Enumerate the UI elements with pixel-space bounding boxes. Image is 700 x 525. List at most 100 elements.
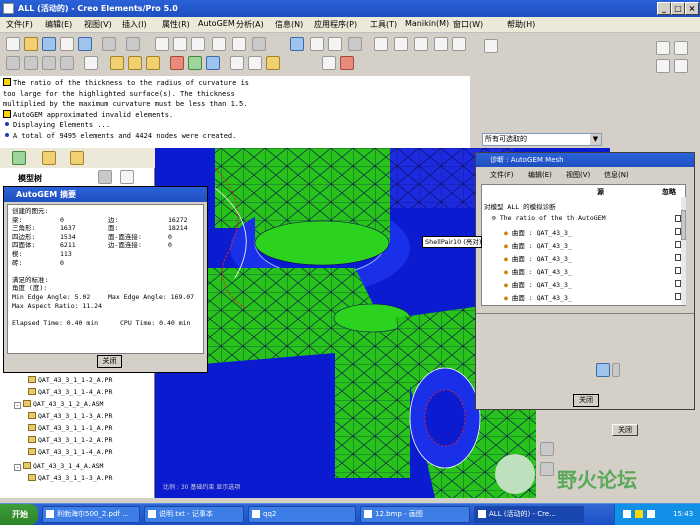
task-qq[interactable]: qq2: [248, 506, 356, 523]
menu-edit[interactable]: 编辑(E): [45, 19, 72, 30]
toolbar-c-icon[interactable]: [674, 41, 688, 55]
menu-tools[interactable]: 工具(T): [370, 19, 397, 30]
list-item[interactable]: - QAT_43_3_1_2_A.ASM: [14, 400, 103, 409]
table-row[interactable]: ● 曲面 : QAT_43_3_: [504, 240, 572, 250]
mesh-icon[interactable]: [266, 56, 280, 70]
table-row[interactable]: ● 曲面 : QAT_43_3_: [504, 227, 572, 237]
close-button-secondary[interactable]: 关闭: [612, 424, 638, 436]
open-folder-icon[interactable]: [24, 37, 38, 51]
reorient-icon[interactable]: [434, 37, 448, 51]
tree-settings-icon[interactable]: [98, 170, 112, 184]
task-creo[interactable]: ALL (活动的) - Cre...: [474, 506, 584, 523]
list-item[interactable]: QAT_43_3_1_1-4_A.PR: [28, 388, 112, 396]
diag-dropdown-icon[interactable]: [612, 363, 620, 377]
menu-manikin[interactable]: Manikin(M): [405, 19, 449, 28]
menu-applications[interactable]: 应用程序(P): [314, 19, 357, 30]
datum-plane-icon[interactable]: [110, 56, 124, 70]
toolbar-a-icon[interactable]: [484, 39, 498, 53]
repaint-icon[interactable]: [290, 37, 304, 51]
task-pdf[interactable]: 利勃海尔500_2.pdf ...: [42, 506, 140, 523]
beam-icon[interactable]: [248, 56, 262, 70]
diag-root[interactable]: 对模型 ALL 的模拟诊断: [484, 201, 556, 211]
tray-a-icon[interactable]: [623, 510, 631, 518]
tab-model-tree[interactable]: [12, 151, 26, 165]
start-button[interactable]: 开始: [0, 504, 38, 525]
diag-menu-info[interactable]: 信息(N): [604, 170, 629, 180]
print-icon[interactable]: [60, 37, 74, 51]
refit-icon[interactable]: [414, 37, 428, 51]
diagnostics-close-button[interactable]: 关闭: [573, 394, 599, 407]
menu-help[interactable]: 帮助(H): [507, 19, 535, 30]
expand-icon[interactable]: -: [14, 464, 21, 471]
shading-icon[interactable]: [60, 56, 74, 70]
table-row[interactable]: ● 曲面 : QAT_43_3_: [504, 292, 572, 302]
table-row[interactable]: ● 曲面 : QAT_43_3_: [504, 266, 572, 276]
undo-icon[interactable]: [102, 37, 116, 51]
expand-icon[interactable]: -: [14, 402, 21, 409]
new-file-icon[interactable]: [6, 37, 20, 51]
menu-insert[interactable]: 插入(I): [122, 19, 147, 30]
toolbar-e-icon[interactable]: [674, 59, 688, 73]
diag-menu-file[interactable]: 文件(F): [490, 170, 514, 180]
list-item[interactable]: QAT_43_3_1_1-3_A.PR: [28, 474, 112, 482]
tab-folder[interactable]: [42, 151, 56, 165]
redo-icon[interactable]: [126, 37, 140, 51]
menu-view[interactable]: 视图(V): [84, 19, 112, 30]
list-item[interactable]: QAT_43_3_1_1-4_A.PR: [28, 448, 112, 456]
no-hidden-icon[interactable]: [42, 56, 56, 70]
email-icon[interactable]: [78, 37, 92, 51]
list-item[interactable]: QAT_43_3_1_1-2_A.PR: [28, 436, 112, 444]
list-item[interactable]: QAT_43_3_1_1-2_A.PR: [28, 376, 112, 384]
minimize-button[interactable]: _: [657, 2, 671, 15]
datum-axis-icon[interactable]: [128, 56, 142, 70]
analysis-run-icon[interactable]: [340, 56, 354, 70]
zoom-in-icon[interactable]: [374, 37, 388, 51]
save-icon[interactable]: [42, 37, 56, 51]
load-icon[interactable]: [170, 56, 184, 70]
tab-favorites[interactable]: [70, 151, 84, 165]
summary-close-button[interactable]: 关闭: [97, 355, 122, 368]
find-icon[interactable]: [232, 37, 246, 51]
shell-pair-icon[interactable]: [230, 56, 244, 70]
orient-icon[interactable]: [328, 37, 342, 51]
constraint-icon[interactable]: [188, 56, 202, 70]
filter-select[interactable]: 所有可选取的 ▼: [482, 133, 602, 146]
table-row[interactable]: ● 曲面 : QAT_43_3_: [504, 253, 572, 263]
shade-icon[interactable]: [348, 37, 362, 51]
table-row[interactable]: ● 曲面 : QAT_43_3_: [504, 279, 572, 289]
expand-icon[interactable]: ⊖: [492, 214, 500, 222]
task-paint[interactable]: 12.bmp - 画图: [360, 506, 470, 523]
select-box-icon[interactable]: [252, 37, 266, 51]
tray-c-icon[interactable]: [647, 510, 655, 518]
paste-icon[interactable]: [191, 37, 205, 51]
wireframe-icon[interactable]: [6, 56, 20, 70]
copy-icon[interactable]: [173, 37, 187, 51]
menu-analysis[interactable]: 分析(A): [236, 19, 264, 30]
maximize-button[interactable]: □: [671, 2, 685, 15]
close-window-button[interactable]: ×: [685, 2, 699, 15]
menu-autogem[interactable]: AutoGEM: [198, 19, 235, 28]
diag-find-icon[interactable]: [596, 363, 610, 377]
layers-icon[interactable]: [452, 37, 466, 51]
zoom-out-icon[interactable]: [394, 37, 408, 51]
menu-file[interactable]: 文件(F): [6, 19, 33, 30]
menu-properties[interactable]: 属性(R): [162, 19, 190, 30]
tree-filter-icon[interactable]: [120, 170, 134, 184]
material-icon[interactable]: [206, 56, 220, 70]
menu-info[interactable]: 信息(N): [275, 19, 303, 30]
hidden-line-icon[interactable]: [24, 56, 38, 70]
toolbar-d-icon[interactable]: [656, 59, 670, 73]
datum-point-icon[interactable]: [146, 56, 160, 70]
paste-special-icon[interactable]: [212, 37, 226, 51]
list-item[interactable]: QAT_43_3_1_1-3_A.PR: [28, 412, 112, 420]
list-item[interactable]: - QAT_43_3_1_4_A.ASM: [14, 462, 103, 471]
diag-menu-view[interactable]: 视图(V): [566, 170, 590, 180]
view-manager-icon[interactable]: [84, 56, 98, 70]
cut-icon[interactable]: [155, 37, 169, 51]
toolbar-b-icon[interactable]: [656, 41, 670, 55]
diag-group[interactable]: ⊖ The ratio of the th AutoGEM: [492, 214, 606, 222]
spin-center-icon[interactable]: [310, 37, 324, 51]
menu-window[interactable]: 窗口(W): [453, 19, 483, 30]
context-help-icon[interactable]: [322, 56, 336, 70]
diag-menu-edit[interactable]: 编辑(E): [528, 170, 552, 180]
